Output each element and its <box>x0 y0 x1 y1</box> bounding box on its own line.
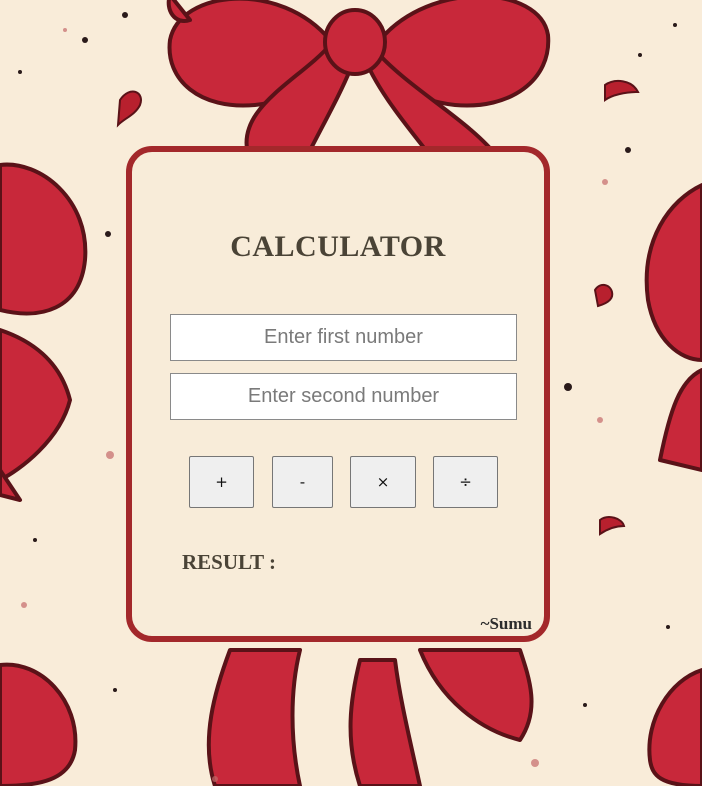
calculator-card: CALCULATOR + - × ÷ RESULT : ~Sumu <box>126 146 550 642</box>
bow-ribbon-decoration <box>166 0 551 172</box>
result-line: RESULT : <box>182 550 284 575</box>
subtract-button[interactable]: - <box>272 456 333 508</box>
multiply-button[interactable]: × <box>350 456 416 508</box>
second-number-input[interactable] <box>170 373 517 420</box>
page-title: CALCULATOR <box>230 230 446 263</box>
divide-button[interactable]: ÷ <box>433 456 498 508</box>
author-signature: ~Sumu <box>480 614 532 633</box>
add-button[interactable]: + <box>189 456 254 508</box>
result-label: RESULT : <box>182 550 276 574</box>
first-number-input[interactable] <box>170 314 517 361</box>
